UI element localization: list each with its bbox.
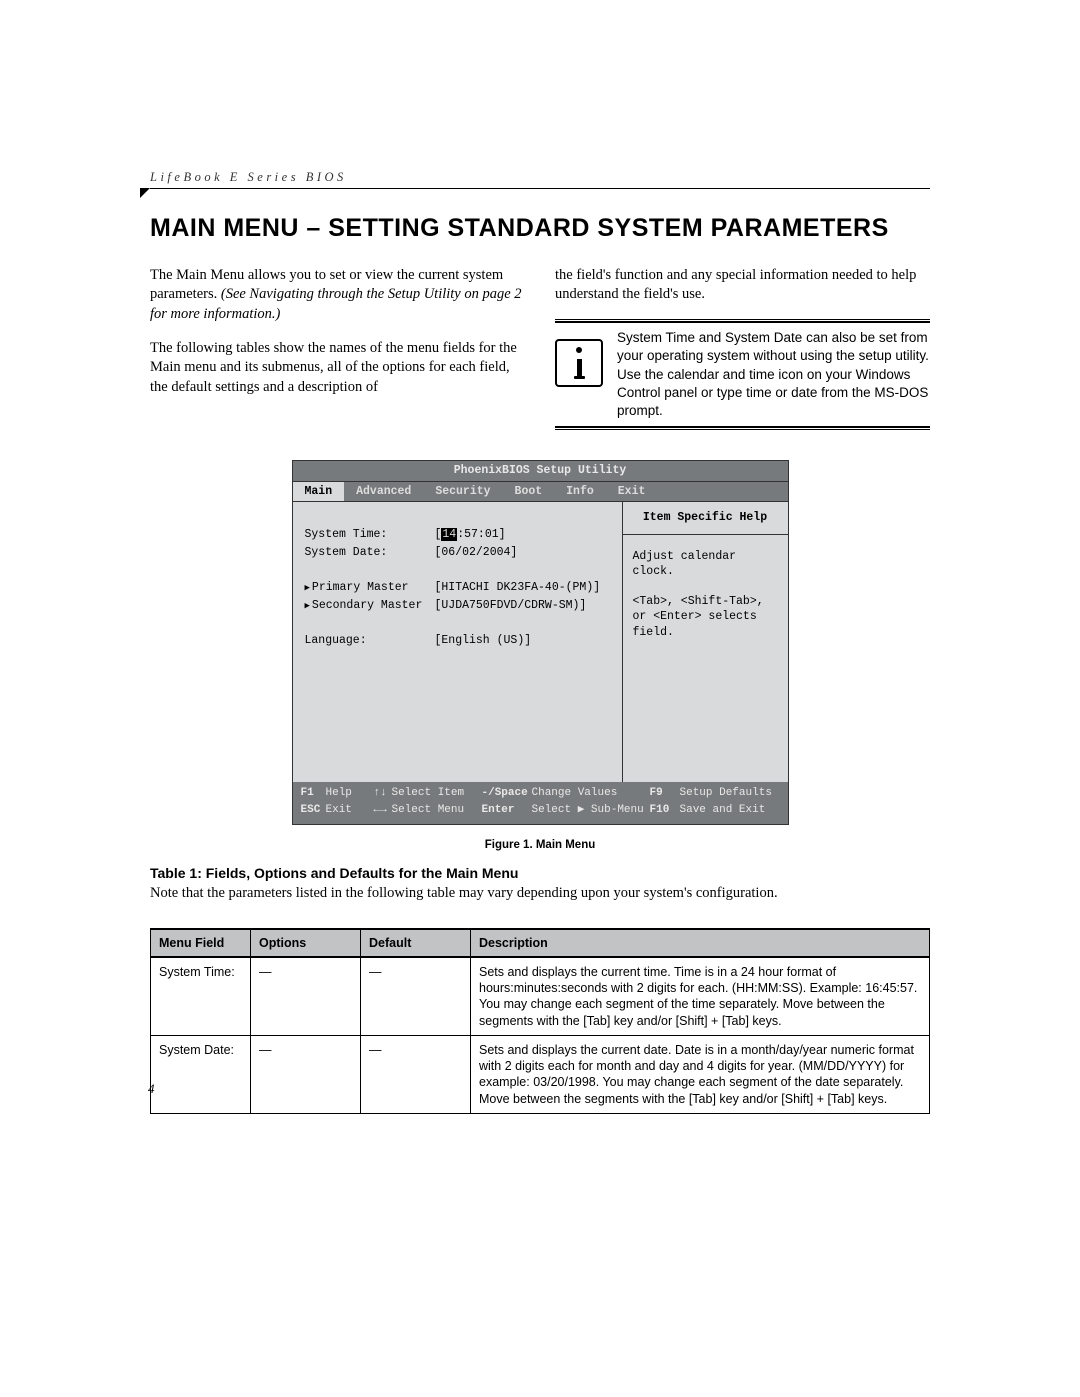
- table-row: System Date: — — Sets and displays the c…: [151, 1035, 930, 1113]
- th-options: Options: [251, 929, 361, 957]
- table-header-row: Menu Field Options Default Description: [151, 929, 930, 957]
- th-default: Default: [361, 929, 471, 957]
- bios-title: PhoenixBIOS Setup Utility: [293, 461, 788, 482]
- bios-language-value[interactable]: [English (US)]: [435, 633, 532, 649]
- intro-paragraph-1: The Main Menu allows you to set or view …: [150, 266, 525, 325]
- figure-caption: Figure 1. Main Menu: [150, 839, 930, 851]
- bios-help-line-2: <Tab>, <Shift-Tab>, or <Enter> selects f…: [633, 594, 778, 641]
- bios-menu-boot[interactable]: Boot: [503, 482, 555, 502]
- table-note: Note that the parameters listed in the f…: [150, 885, 930, 902]
- bios-menu-advanced[interactable]: Advanced: [344, 482, 423, 502]
- bios-time-value[interactable]: [14:57:01]: [435, 527, 506, 543]
- table-title: Table 1: Fields, Options and Defaults fo…: [150, 865, 930, 881]
- page-title: MAIN MENU – SETTING STANDARD SYSTEM PARA…: [150, 214, 930, 243]
- bios-menu-info[interactable]: Info: [554, 482, 606, 502]
- bios-menu-main[interactable]: Main: [293, 482, 345, 502]
- header-rule: [150, 188, 930, 189]
- bios-time-label: System Time:: [305, 527, 435, 543]
- th-menu-field: Menu Field: [151, 929, 251, 957]
- bios-date-value[interactable]: [06/02/2004]: [435, 545, 518, 561]
- parameters-table: Menu Field Options Default Description S…: [150, 928, 930, 1114]
- table-row: System Time: — — Sets and displays the c…: [151, 957, 930, 1036]
- page-number: 4: [148, 1081, 155, 1097]
- bios-screenshot: PhoenixBIOS Setup Utility Main Advanced …: [292, 460, 789, 825]
- bios-help-title: Item Specific Help: [623, 502, 788, 535]
- bios-date-label: System Date:: [305, 545, 435, 561]
- bios-secondary-master-label[interactable]: ▶Secondary Master: [305, 598, 435, 614]
- bios-menu-security[interactable]: Security: [423, 482, 502, 502]
- bios-menu-exit[interactable]: Exit: [606, 482, 658, 502]
- bios-help-line-1: Adjust calendar clock.: [633, 549, 778, 580]
- bios-menu-bar: Main Advanced Security Boot Info Exit: [293, 482, 788, 503]
- running-header: LifeBook E Series BIOS: [150, 170, 930, 185]
- bios-language-label: Language:: [305, 633, 435, 649]
- bios-fields-panel: System Time: [14:57:01] System Date: [06…: [293, 502, 623, 782]
- bios-secondary-master-value: [UJDA750FDVD/CDRW-SM)]: [435, 598, 587, 614]
- bios-help-panel: Item Specific Help Adjust calendar clock…: [623, 502, 788, 782]
- th-description: Description: [471, 929, 930, 957]
- note-text: System Time and System Date can also be …: [617, 329, 930, 420]
- info-icon: [555, 339, 603, 387]
- bios-footer: F1Help ↑↓Select Item -/SpaceChange Value…: [293, 782, 788, 824]
- intro-paragraph-3: the field's function and any special inf…: [555, 266, 930, 305]
- intro-paragraph-2: The following tables show the names of t…: [150, 339, 525, 398]
- bios-primary-master-label[interactable]: ▶Primary Master: [305, 580, 435, 596]
- bios-primary-master-value: [HITACHI DK23FA-40-(PM)]: [435, 580, 601, 596]
- body-columns: The Main Menu allows you to set or view …: [150, 251, 930, 430]
- info-note: System Time and System Date can also be …: [555, 319, 930, 430]
